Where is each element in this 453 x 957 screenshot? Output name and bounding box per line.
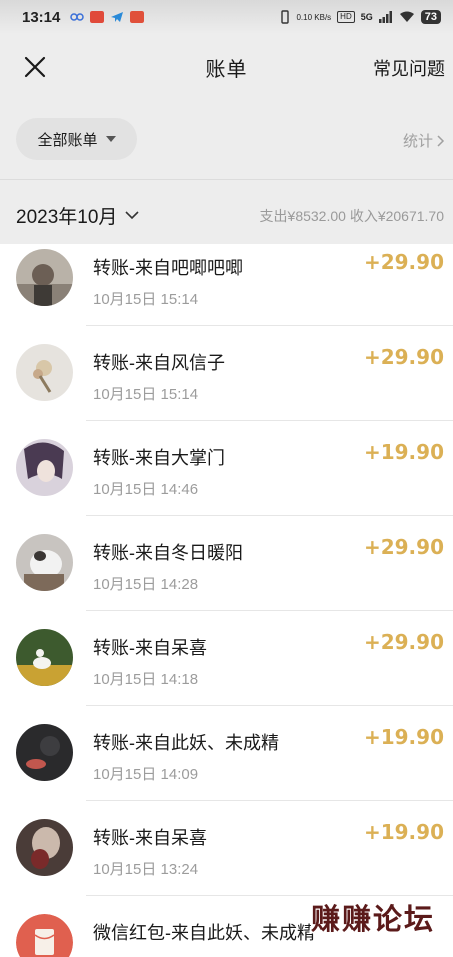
avatar [16, 439, 73, 496]
avatar [16, 534, 73, 591]
shop-app-icon [130, 11, 145, 23]
transaction-title: 转账-来自大掌门 [93, 448, 225, 468]
transaction-amount: +29.90 [363, 345, 444, 369]
status-bar: 13:14 0.10 KB/s HD 5G 73 [0, 0, 453, 34]
stats-label: 统计 [402, 133, 433, 150]
notification-icons [70, 11, 145, 23]
transaction-title: 转账-来自风信子 [93, 353, 225, 373]
transaction-title: 转账-来自冬日暖阳 [93, 543, 243, 563]
transaction-time: 10月15日 14:09 [93, 766, 199, 783]
close-icon[interactable] [22, 54, 48, 80]
avatar [16, 819, 73, 876]
telegram-icon [111, 12, 124, 22]
transaction-time: 10月15日 15:14 [93, 291, 199, 308]
transaction-time: 10月15日 15:14 [93, 386, 199, 403]
transaction-time: 10月15日 14:18 [93, 671, 199, 688]
vibrate-icon [281, 10, 290, 24]
bill-filter-label: 全部账单 [37, 131, 98, 149]
month-row: 2023年10月 支出¥8532.00 收入¥20671.70 [0, 180, 453, 244]
month-selector[interactable]: 2023年10月 [16, 202, 139, 229]
wifi-icon [399, 11, 414, 22]
bill-filter-dropdown[interactable]: 全部账单 [16, 118, 137, 160]
network-speed: 0.10 KB/s [296, 12, 332, 22]
month-label: 2023年10月 [16, 207, 118, 228]
transaction-amount: +29.90 [363, 535, 444, 559]
faq-link[interactable]: 常见问题 [373, 55, 445, 81]
transaction-title: 转账-来自呆喜 [93, 828, 207, 848]
caret-down-icon [105, 136, 116, 142]
transaction-item[interactable]: 转账-来自吧唧吧唧 10月15日 15:14 +29.90 [0, 244, 453, 339]
hd-icon: HD [337, 11, 355, 23]
transaction-title: 转账-来自呆喜 [93, 638, 207, 658]
avatar [16, 249, 73, 306]
transaction-title: 转账-来自吧唧吧唧 [93, 258, 243, 278]
signal-icon [378, 11, 392, 23]
transaction-item[interactable]: 转账-来自此妖、未成精 10月15日 14:09 +19.90 [0, 706, 453, 801]
stats-link[interactable]: 统计 [403, 130, 445, 151]
transaction-list: 转账-来自吧唧吧唧 10月15日 15:14 +29.90 转账-来自风信子 1… [0, 244, 453, 957]
transaction-item[interactable]: 转账-来自大掌门 10月15日 14:46 +19.90 [0, 421, 453, 516]
chevron-down-icon [125, 211, 139, 220]
transaction-title: 微信红包-来自此妖、未成精 [93, 923, 315, 943]
avatar [16, 724, 73, 781]
system-icons: 0.10 KB/s HD 5G 73 [280, 10, 441, 24]
page-title: 账单 [205, 58, 248, 81]
month-summary: 支出¥8532.00 收入¥20671.70 [259, 208, 444, 224]
red-packet-icon [16, 914, 73, 957]
link-app-icon [70, 13, 85, 21]
status-time: 13:14 [22, 8, 61, 26]
transaction-time: 10月15日 14:28 [93, 576, 199, 593]
battery-icon: 73 [420, 10, 441, 24]
transaction-time: 10月15日 13:24 [93, 861, 199, 878]
transaction-item[interactable]: 转账-来自呆喜 10月15日 14:18 +29.90 [0, 611, 453, 706]
network-type: 5G [360, 12, 373, 22]
nav-bar: 账单 常见问题 [0, 34, 453, 100]
transaction-amount: +29.90 [363, 250, 444, 274]
transaction-amount: +19.90 [363, 440, 444, 464]
transaction-item[interactable]: 转账-来自风信子 10月15日 15:14 +29.90 [0, 326, 453, 421]
watermark: 赚赚论坛 [310, 904, 435, 936]
transaction-title: 转账-来自此妖、未成精 [93, 733, 279, 753]
news-app-icon [90, 11, 105, 23]
transaction-time: 10月15日 14:46 [93, 481, 199, 498]
transaction-amount: +29.90 [363, 630, 444, 654]
avatar [16, 344, 73, 401]
transaction-item[interactable]: 转账-来自冬日暖阳 10月15日 14:28 +29.90 [0, 516, 453, 611]
avatar [16, 629, 73, 686]
transaction-amount: +19.90 [363, 725, 444, 749]
chevron-right-icon [437, 134, 445, 147]
bill-header: 账单 常见问题 全部账单 统计 2023年10月 支出¥8532.00 收入¥2… [0, 34, 453, 244]
transaction-item[interactable]: 转账-来自呆喜 10月15日 13:24 +19.90 [0, 801, 453, 896]
transaction-amount: +19.90 [363, 820, 444, 844]
